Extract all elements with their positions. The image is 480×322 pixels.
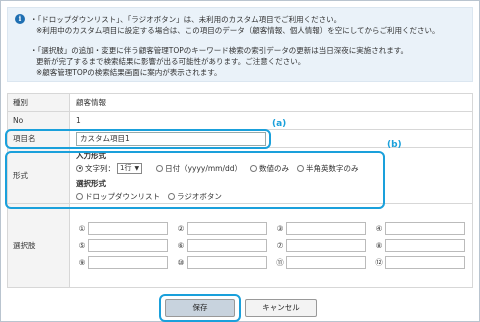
save-button[interactable]: 保存 xyxy=(165,299,235,317)
info-icon: i xyxy=(15,14,25,24)
choice-item: ⑫ xyxy=(373,256,472,269)
highlight-b xyxy=(5,151,385,209)
choice-item: ④ xyxy=(373,222,472,235)
no-label: No xyxy=(7,111,70,130)
choice-input[interactable] xyxy=(187,239,267,252)
choice-item: ⑤ xyxy=(76,239,175,252)
dialog-frame: i ・「ドロップダウンリスト」、「ラジオボタン」は、未利用のカスタム項目でご利用… xyxy=(0,0,480,322)
choice-input[interactable] xyxy=(286,256,366,269)
info-line-5: ※顧客管理TOPの検索結果画面に案内が表示されます。 xyxy=(36,68,222,77)
info-line-3: ・「選択肢」の追加・変更に伴う顧客管理TOPのキーワード検索の索引データの更新は… xyxy=(30,46,409,55)
choice-item: ② xyxy=(175,222,274,235)
no-value: 1 xyxy=(69,111,473,130)
choice-input[interactable] xyxy=(88,256,168,269)
choice-item: ⑦ xyxy=(274,239,373,252)
info-line-2: ※利用中のカスタム項目に設定する場合は、この項目のデータ（顧客情報、個人情報）を… xyxy=(36,26,440,35)
choices-grid: ① ② ③ ④ ⑤ ⑥ ⑦ ⑧ ⑨ ⑩ ⑪ ⑫ xyxy=(76,218,472,273)
choice-item: ⑥ xyxy=(175,239,274,252)
callout-b: (b) xyxy=(387,140,402,150)
callout-a: (a) xyxy=(272,119,287,129)
choice-item: ③ xyxy=(274,222,373,235)
choice-input[interactable] xyxy=(88,239,168,252)
info-line-1: ・「ドロップダウンリスト」、「ラジオボタン」は、未利用のカスタム項目でご利用くだ… xyxy=(30,15,342,24)
choice-input[interactable] xyxy=(187,256,267,269)
choice-item: ⑧ xyxy=(373,239,472,252)
choices-label: 選択肢 xyxy=(7,203,70,288)
info-line-4: 更新が完了するまで検索結果に影響が出る可能性があります。ご注意ください。 xyxy=(36,57,306,66)
choice-input[interactable] xyxy=(286,222,366,235)
cancel-button[interactable]: キャンセル xyxy=(245,299,317,317)
choice-input[interactable] xyxy=(385,256,465,269)
choice-input[interactable] xyxy=(187,222,267,235)
highlight-a xyxy=(5,129,271,149)
choice-item: ⑨ xyxy=(76,256,175,269)
choice-input[interactable] xyxy=(385,222,465,235)
type-label: 種別 xyxy=(7,93,70,112)
choice-input[interactable] xyxy=(286,239,366,252)
choice-input[interactable] xyxy=(88,222,168,235)
type-value: 顧客情報 xyxy=(69,93,473,112)
choice-input[interactable] xyxy=(385,239,465,252)
info-box: i ・「ドロップダウンリスト」、「ラジオボタン」は、未利用のカスタム項目でご利用… xyxy=(7,7,473,82)
choice-item: ① xyxy=(76,222,175,235)
choice-item: ⑪ xyxy=(274,256,373,269)
choice-item: ⑩ xyxy=(175,256,274,269)
